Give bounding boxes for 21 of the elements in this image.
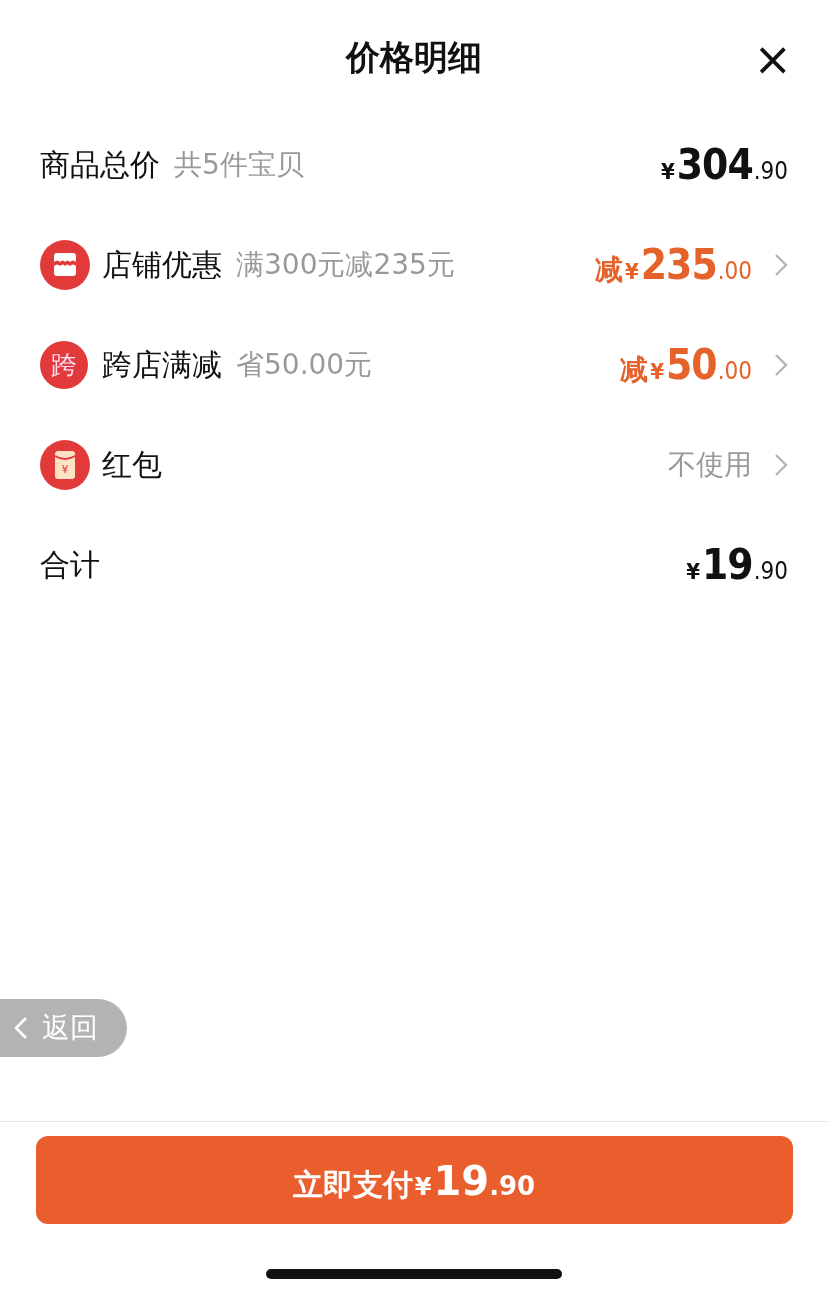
row-note: 共5件宝贝 bbox=[174, 147, 304, 183]
price-amount: ¥304.90 bbox=[660, 144, 788, 186]
row-label: 商品总价 bbox=[40, 145, 160, 184]
row-note: 满300元减235元 bbox=[236, 247, 455, 283]
row-value: 不使用 bbox=[668, 447, 752, 483]
row-label: 红包 bbox=[102, 445, 162, 484]
pay-now-button[interactable]: 立即支付¥19.90 bbox=[35, 1136, 793, 1224]
price-amount: ¥19.90 bbox=[685, 544, 788, 586]
shop-icon bbox=[40, 240, 90, 290]
back-button[interactable]: 返回 bbox=[0, 999, 127, 1057]
row-label: 合计 bbox=[40, 545, 100, 584]
chevron-left-icon bbox=[14, 1016, 28, 1040]
row-note: 省50.00元 bbox=[236, 347, 373, 383]
discount-amount: 减¥50.00 bbox=[620, 344, 752, 386]
envelope-icon: ¥ bbox=[40, 440, 90, 490]
discount-amount: 减¥235.00 bbox=[595, 244, 752, 286]
row-label: 跨店满减 bbox=[102, 345, 222, 384]
row-label: 店铺优惠 bbox=[102, 245, 222, 284]
close-button[interactable]: × bbox=[753, 36, 792, 82]
sheet-title: 价格明细 bbox=[346, 35, 482, 79]
cross-store-badge: 跨 bbox=[40, 341, 88, 389]
